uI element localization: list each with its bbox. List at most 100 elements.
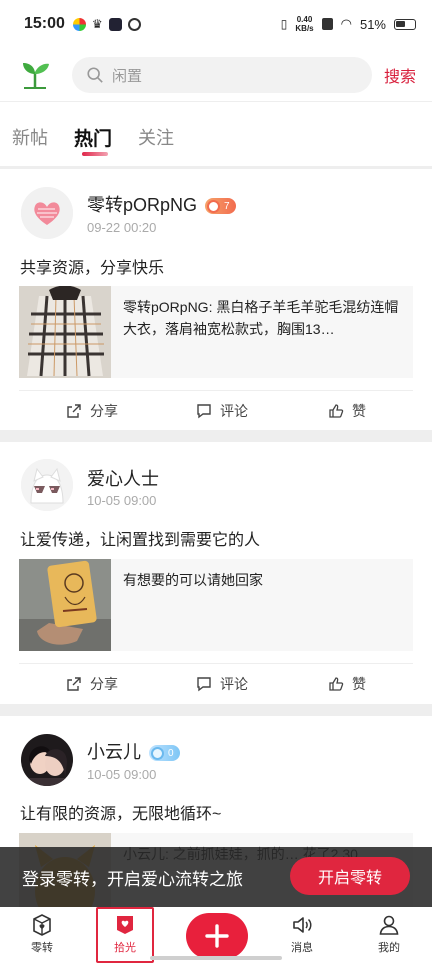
post-actions: 分享 评论 赞 <box>0 391 432 431</box>
sprout-icon <box>23 63 49 89</box>
medal-icon <box>207 199 221 213</box>
username-text: 爱心人士 <box>87 469 159 489</box>
item-thumbnail <box>19 559 111 651</box>
share-button[interactable]: 分享 <box>66 401 118 421</box>
like-label: 赞 <box>352 403 366 419</box>
box-heart-icon <box>33 914 51 936</box>
app-notification-icon <box>72 17 86 31</box>
comment-button[interactable]: 评论 <box>196 674 248 694</box>
vibrate-icon: ▯ <box>280 17 288 31</box>
play-icon <box>108 17 122 31</box>
comment-icon <box>197 404 211 419</box>
notification-icons: ♛ <box>72 17 141 31</box>
thumbs-up-icon <box>329 404 344 418</box>
start-login-button[interactable]: 开启零转 <box>290 857 410 895</box>
level-badge: 0 <box>149 745 180 762</box>
post-card[interactable]: 零转pORpNG 7 09-22 00:20 共享资源，分享快乐 零转pORpNG… <box>0 169 432 430</box>
post-username[interactable]: 零转pORpNG 7 <box>87 191 236 217</box>
user-icon <box>379 915 399 935</box>
plus-icon <box>205 924 229 948</box>
status-right: ▯ 0.40 KB/s ◠ 51% <box>281 15 416 33</box>
search-input[interactable]: 闲置 <box>72 57 372 93</box>
feed-tabs: 新帖 热门 关注 <box>0 112 432 162</box>
tab-following-label: 关注 <box>138 128 175 148</box>
share-icon <box>67 404 81 418</box>
post-item-card[interactable]: 有想要的可以请她回家 <box>19 559 413 651</box>
nav-item-me[interactable]: 我的 <box>359 913 419 955</box>
avatar[interactable] <box>21 734 73 786</box>
tab-hot[interactable]: 热门 <box>74 112 113 156</box>
wifi-icon: ◠ <box>340 16 352 31</box>
nav-item-home[interactable]: 零转 <box>12 913 72 955</box>
status-time: 15:00 <box>24 15 65 32</box>
top-bar: 闲置 搜索 <box>0 50 432 100</box>
comment-icon <box>197 677 211 692</box>
level-badge: 7 <box>205 198 236 215</box>
post-card[interactable]: 爱心人士 10-05 09:00 让爱传递，让闲置找到需要它的人 有想要的可以请… <box>0 442 432 704</box>
like-label: 赞 <box>352 676 366 692</box>
item-thumbnail <box>19 286 111 378</box>
active-tab-indicator <box>82 152 108 156</box>
post-actions: 分享 评论 赞 <box>0 664 432 704</box>
post-username[interactable]: 爱心人士 <box>87 465 159 491</box>
nav-item-moments[interactable]: 拾光 <box>95 913 155 955</box>
post-time: 10-05 09:00 <box>87 493 157 508</box>
share-icon <box>67 677 81 691</box>
header-divider <box>0 101 432 102</box>
net-speed: 0.40 KB/s <box>295 15 313 33</box>
post-gap <box>0 704 432 716</box>
search-icon <box>87 67 103 83</box>
nav-label-moments: 拾光 <box>114 942 136 954</box>
couple-avatar-icon <box>21 734 73 786</box>
home-indicator <box>150 956 282 960</box>
publish-plus-button[interactable] <box>186 913 248 959</box>
like-button[interactable]: 赞 <box>328 401 366 421</box>
login-banner-text: 登录零转，开启爱心流转之旅 <box>22 869 243 889</box>
nav-item-messages[interactable]: 消息 <box>272 913 332 955</box>
item-card-text: 零转pORpNG: 黑白格子羊毛羊驼毛混纺连帽大衣，落肩袖宽松款式，胸围13… <box>123 299 399 337</box>
tab-new-label: 新帖 <box>12 128 48 148</box>
heart-medal-icon <box>151 746 164 760</box>
tab-hot-label: 热门 <box>74 129 113 150</box>
cat-avatar-icon <box>21 459 73 511</box>
login-banner: 登录零转，开启爱心流转之旅 开启零转 <box>0 847 432 907</box>
level-value: 0 <box>168 747 174 759</box>
search-button[interactable]: 搜索 <box>384 63 416 87</box>
heart-avatar-icon <box>21 187 73 239</box>
post-item-card[interactable]: 零转pORpNG: 黑白格子羊毛羊驼毛混纺连帽大衣，落肩袖宽松款式，胸围13… <box>19 286 413 378</box>
post-username[interactable]: 小云儿 0 <box>87 738 180 764</box>
battery-percent: 51% <box>359 16 386 32</box>
share-label: 分享 <box>90 676 118 692</box>
comment-label: 评论 <box>220 676 248 692</box>
post-text: 共享资源，分享快乐 <box>20 260 165 277</box>
post-gap <box>0 430 432 442</box>
share-button[interactable]: 分享 <box>66 674 118 694</box>
heart-card-icon <box>117 916 133 934</box>
net-speed-value: 0.40 <box>296 15 313 24</box>
level-value: 7 <box>224 200 230 212</box>
nav-label-me: 我的 <box>378 942 400 954</box>
share-label: 分享 <box>90 403 118 419</box>
net-speed-unit: KB/s <box>295 24 314 33</box>
like-button[interactable]: 赞 <box>328 674 366 694</box>
comment-button[interactable]: 评论 <box>196 401 248 421</box>
avatar[interactable] <box>21 459 73 511</box>
nav-label-home: 零转 <box>31 942 53 954</box>
battery-icon <box>394 18 416 30</box>
bottom-nav: 零转 拾光 消息 我的 <box>0 907 432 964</box>
username-text: 零转pORpNG <box>87 195 198 215</box>
username-text: 小云儿 <box>87 742 141 762</box>
tab-following[interactable]: 关注 <box>138 112 174 150</box>
tab-new[interactable]: 新帖 <box>12 112 48 150</box>
post-time: 10-05 09:00 <box>87 767 157 782</box>
item-card-text: 有想要的可以请她回家 <box>123 572 263 588</box>
link-icon <box>127 17 141 31</box>
nav-label-messages: 消息 <box>291 942 313 954</box>
status-bar: 15:00 ♛ ▯ 0.40 KB/s ◠ 51% <box>0 0 432 48</box>
avatar[interactable] <box>21 187 73 239</box>
search-placeholder: 闲置 <box>112 67 143 85</box>
crown-icon: ♛ <box>91 17 103 31</box>
app-logo[interactable] <box>18 58 52 92</box>
speaker-icon <box>293 917 312 933</box>
sim-off-icon <box>321 18 333 30</box>
